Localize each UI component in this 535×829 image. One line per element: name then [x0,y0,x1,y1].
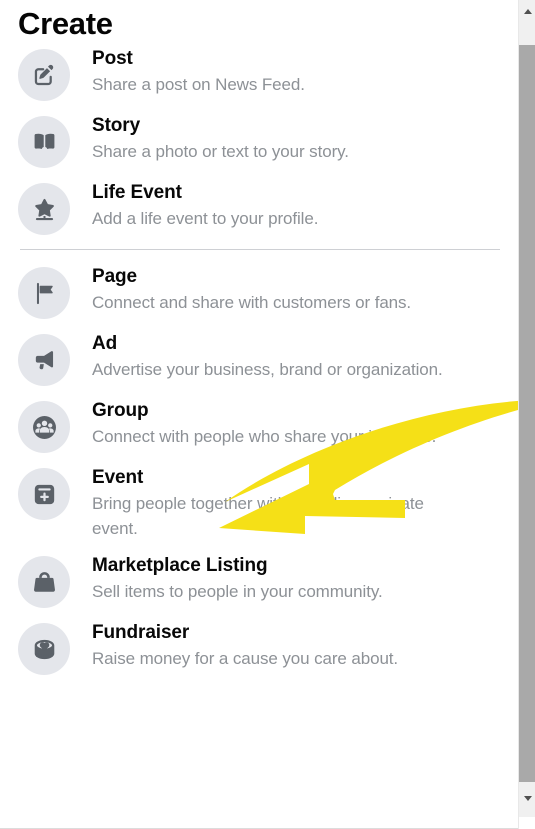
menu-item-fundraiser[interactable]: Fundraiser Raise money for a cause you c… [0,620,518,675]
menu-item-title: Marketplace Listing [92,555,268,576]
menu-item-description: Share a post on News Feed. [92,75,305,94]
section-divider [20,249,500,250]
menu-item-ad[interactable]: Ad Advertise your business, brand or org… [0,331,518,386]
create-options-list-business: Page Connect and share with customers or… [0,264,518,675]
menu-item-title: Story [92,115,141,136]
menu-item-post[interactable]: Post Share a post on News Feed. [0,46,518,101]
menu-item-marketplace-listing-text: Marketplace Listing Sell items to people… [70,553,383,604]
menu-item-event-text: Event Bring people together with a publi… [70,465,464,541]
menu-item-marketplace-listing[interactable]: Marketplace Listing Sell items to people… [0,553,518,608]
menu-item-group-text: Group Connect with people who share your… [70,398,436,449]
menu-item-title: Ad [92,333,118,354]
menu-item-description: Share a photo or text to your story. [92,142,349,161]
menu-item-description: Add a life event to your profile. [92,209,319,228]
scrollbar-thumb[interactable] [519,45,535,782]
menu-item-description: Connect with people who share your inter… [92,427,437,446]
menu-item-group[interactable]: Group Connect with people who share your… [0,398,518,453]
flag-icon [18,267,70,319]
page-title: Create [18,6,113,41]
scroll-up-arrow[interactable] [519,3,535,20]
calendar-plus-icon [18,468,70,520]
menu-item-fundraiser-text: Fundraiser Raise money for a cause you c… [70,620,398,671]
open-book-icon [18,116,70,168]
menu-item-description: Bring people together with a public or p… [92,494,424,538]
menu-item-event[interactable]: Event Bring people together with a publi… [0,465,518,541]
menu-item-title: Post [92,48,133,69]
scrollbar-bottom-filler [519,817,535,829]
menu-item-title: Group [92,400,149,421]
menu-item-description: Raise money for a cause you care about. [92,649,399,668]
menu-item-page-text: Page Connect and share with customers or… [70,264,411,315]
people-group-icon [18,401,70,453]
create-panel: Create Post Share a post on News Feed. S… [0,0,518,829]
scroll-down-arrow[interactable] [519,790,535,807]
menu-item-life-event-text: Life Event Add a life event to your prof… [70,180,318,231]
menu-item-page[interactable]: Page Connect and share with customers or… [0,264,518,319]
menu-item-description: Connect and share with customers or fans… [92,293,412,312]
menu-item-title: Fundraiser [92,622,190,643]
megaphone-icon [18,334,70,386]
menu-item-ad-text: Ad Advertise your business, brand or org… [70,331,443,382]
menu-item-description: Sell items to people in your community. [92,582,383,601]
create-options-list-personal: Post Share a post on News Feed. Story Sh… [0,46,518,235]
menu-item-title: Life Event [92,182,182,203]
shopping-bag-icon [18,556,70,608]
chevron-up-icon [523,9,532,14]
chevron-down-icon [523,796,532,801]
menu-item-life-event[interactable]: Life Event Add a life event to your prof… [0,180,518,235]
create-menu-screenshot: Create Post Share a post on News Feed. S… [0,0,535,829]
heart-coin-icon [18,623,70,675]
star-badge-icon [18,183,70,235]
menu-item-title: Page [92,266,138,287]
menu-item-story[interactable]: Story Share a photo or text to your stor… [0,113,518,168]
menu-item-title: Event [92,467,144,488]
menu-item-description: Advertise your business, brand or organi… [92,360,443,379]
edit-square-icon [18,49,70,101]
menu-item-story-text: Story Share a photo or text to your stor… [70,113,349,164]
menu-item-post-text: Post Share a post on News Feed. [70,46,305,97]
vertical-scrollbar[interactable] [518,0,535,829]
